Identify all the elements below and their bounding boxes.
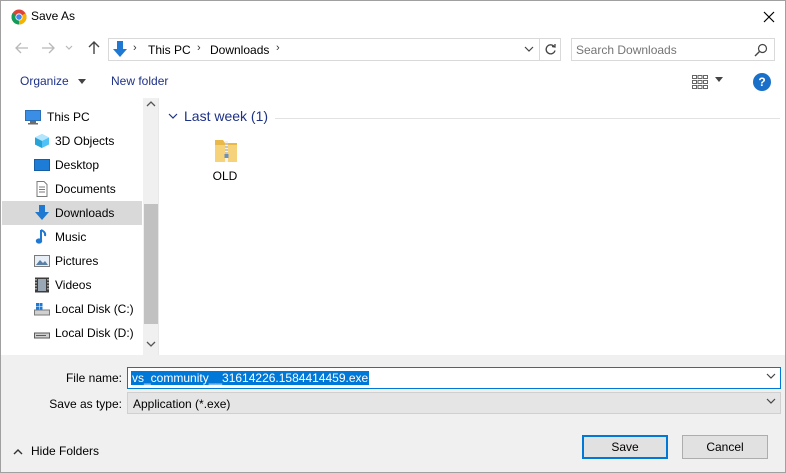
file-name-field[interactable]: vs_community__31614226.1584414459.exe bbox=[127, 367, 781, 389]
pictures-icon bbox=[34, 255, 50, 267]
file-name-label: File name: bbox=[65, 371, 122, 385]
forward-button[interactable] bbox=[39, 39, 57, 57]
change-view-icon[interactable] bbox=[691, 73, 709, 91]
breadcrumb-separator: › bbox=[133, 42, 137, 54]
folder-name: OLD bbox=[212, 169, 238, 183]
3d-objects-icon bbox=[35, 134, 49, 148]
nav-item-label: Videos bbox=[55, 278, 92, 292]
nav-item-label: Local Disk (D:) bbox=[55, 326, 134, 340]
refresh-button[interactable] bbox=[539, 38, 561, 61]
save-type-select[interactable]: Application (*.exe) bbox=[127, 392, 781, 414]
group-divider bbox=[275, 118, 780, 119]
view-options-chevron-down-icon[interactable] bbox=[715, 77, 723, 82]
nav-scrollbar[interactable] bbox=[143, 98, 158, 355]
nav-item-desktop[interactable]: Desktop bbox=[2, 153, 142, 177]
recent-locations-button[interactable] bbox=[63, 39, 75, 57]
breadcrumb-downloads[interactable]: Downloads bbox=[210, 43, 269, 57]
title-bar: Save As bbox=[1, 1, 785, 32]
pc-icon bbox=[25, 110, 41, 125]
save-as-dialog: Save As › This PC › Downloads › Search D… bbox=[0, 0, 786, 473]
breadcrumb-separator: › bbox=[197, 42, 201, 54]
organize-button[interactable]: Organize bbox=[20, 74, 87, 88]
help-icon: ? bbox=[758, 75, 766, 89]
nav-item-label: Desktop bbox=[55, 158, 100, 172]
close-button[interactable] bbox=[753, 1, 785, 32]
nav-item-local-disk-c[interactable]: Local Disk (C:) bbox=[2, 297, 142, 321]
breadcrumb-separator: › bbox=[276, 42, 280, 54]
nav-item-label: Local Disk (C:) bbox=[55, 302, 134, 316]
nav-item-downloads[interactable]: Downloads bbox=[2, 201, 142, 225]
search-input[interactable] bbox=[576, 42, 751, 58]
close-icon bbox=[763, 11, 775, 22]
nav-item-local-disk-d[interactable]: Local Disk (D:) bbox=[2, 321, 142, 345]
nav-item-label: Downloads bbox=[55, 206, 115, 220]
nav-item-label: Pictures bbox=[55, 254, 99, 268]
chevron-down-icon bbox=[168, 113, 178, 119]
chrome-icon bbox=[11, 9, 27, 25]
save-type-value: Application (*.exe) bbox=[133, 397, 231, 411]
downloads-icon bbox=[35, 205, 49, 220]
back-button[interactable] bbox=[13, 39, 31, 57]
nav-item-label: Music bbox=[55, 230, 87, 244]
address-bar[interactable]: › This PC › Downloads › bbox=[108, 38, 561, 61]
arrow-left-icon bbox=[15, 42, 28, 54]
search-box[interactable] bbox=[571, 38, 775, 61]
arrow-right-icon bbox=[42, 42, 55, 54]
nav-item-this-pc[interactable]: This PC bbox=[2, 105, 142, 129]
group-title: Last week (1) bbox=[184, 108, 269, 124]
chevron-up-icon bbox=[13, 448, 23, 454]
chevron-down-icon bbox=[65, 45, 73, 50]
desktop-icon bbox=[34, 159, 50, 171]
nav-item-label: Documents bbox=[55, 182, 116, 196]
chevron-down-icon[interactable] bbox=[766, 373, 776, 380]
disk-c-icon bbox=[34, 303, 50, 316]
help-button[interactable]: ? bbox=[753, 73, 771, 91]
file-name-input[interactable]: vs_community__31614226.1584414459.exe bbox=[131, 371, 370, 385]
cancel-button[interactable]: Cancel bbox=[682, 435, 768, 459]
hide-folders-label: Hide Folders bbox=[31, 444, 100, 458]
navigation-pane: This PC 3D Objects Desktop Documents Dow… bbox=[2, 98, 159, 355]
save-form-panel: File name: vs_community__31614226.158441… bbox=[1, 355, 785, 472]
arrow-up-icon bbox=[88, 41, 100, 54]
folder-item[interactable]: OLD bbox=[198, 134, 252, 186]
address-history-chevron-down-icon[interactable] bbox=[521, 41, 537, 57]
file-list: Last week (1) OLD bbox=[160, 98, 785, 355]
chevron-down-icon bbox=[78, 79, 87, 85]
nav-item-videos[interactable]: Videos bbox=[2, 273, 142, 297]
nav-item-label: 3D Objects bbox=[55, 134, 115, 148]
chevron-down-icon bbox=[766, 398, 776, 404]
nav-item-3d-objects[interactable]: 3D Objects bbox=[2, 129, 142, 153]
window-title: Save As bbox=[31, 9, 76, 23]
save-type-label: Save as type: bbox=[49, 397, 122, 411]
nav-item-documents[interactable]: Documents bbox=[2, 177, 142, 201]
scroll-down-icon[interactable] bbox=[146, 340, 156, 348]
new-folder-button[interactable]: New folder bbox=[111, 74, 168, 88]
up-button[interactable] bbox=[85, 39, 103, 57]
nav-item-label: This PC bbox=[47, 110, 90, 124]
hide-folders-button[interactable]: Hide Folders bbox=[13, 444, 99, 458]
scrollbar-thumb[interactable] bbox=[144, 204, 158, 324]
zip-folder-icon bbox=[215, 140, 237, 162]
downloads-icon bbox=[113, 41, 127, 57]
documents-icon bbox=[36, 181, 48, 197]
save-button[interactable]: Save bbox=[582, 435, 668, 459]
scroll-up-icon[interactable] bbox=[146, 100, 156, 108]
music-icon bbox=[35, 229, 47, 244]
search-icon bbox=[754, 43, 768, 57]
refresh-icon bbox=[545, 44, 556, 55]
nav-item-pictures[interactable]: Pictures bbox=[2, 249, 142, 273]
disk-d-icon bbox=[34, 332, 50, 339]
videos-icon bbox=[35, 277, 49, 293]
nav-item-music[interactable]: Music bbox=[2, 225, 142, 249]
breadcrumb-this-pc[interactable]: This PC bbox=[148, 43, 191, 57]
group-header[interactable]: Last week (1) bbox=[168, 108, 268, 124]
organize-label: Organize bbox=[20, 74, 69, 88]
